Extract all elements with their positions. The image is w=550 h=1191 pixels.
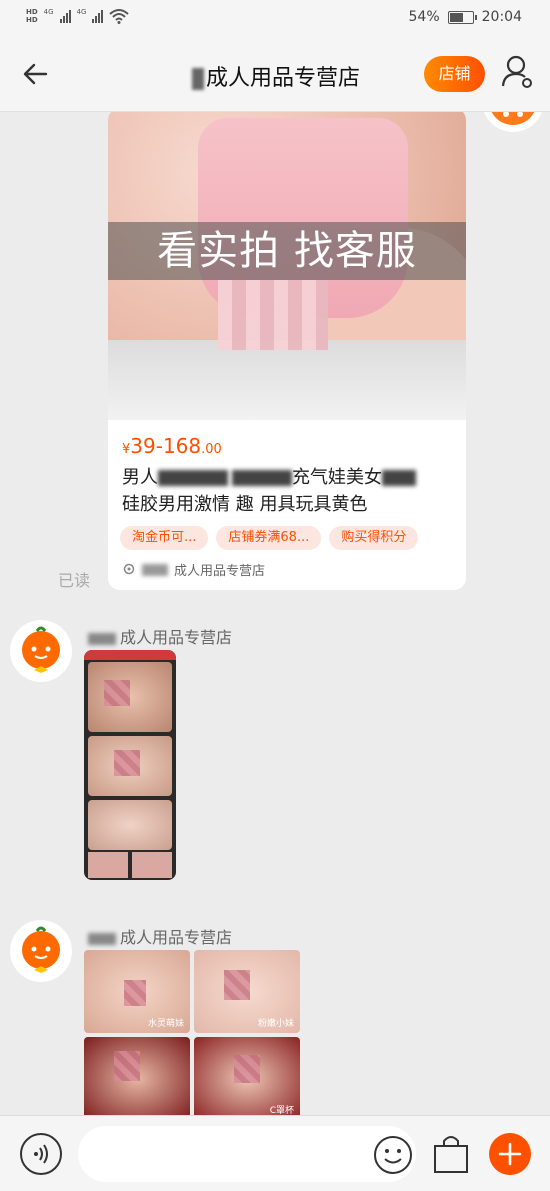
status-bar: HD HD 4G 4G 54% 20:04: [0, 0, 550, 36]
user-settings-button[interactable]: [498, 52, 538, 92]
grid-image[interactable]: C罩杯: [194, 1037, 300, 1115]
network-type-1: 4G: [43, 8, 54, 16]
card-shop-line: 成人用品专营店: [122, 560, 265, 579]
shop-avatar[interactable]: [10, 620, 72, 682]
status-signals: HD HD 4G 4G: [26, 8, 130, 24]
image-caption: 水灵萌妹: [147, 1019, 184, 1029]
page-title: 成人用品专营店: [192, 60, 360, 92]
location-icon: [123, 563, 135, 574]
back-button[interactable]: [16, 56, 56, 92]
battery-percent: 54%: [408, 9, 440, 25]
input-bar: [0, 1115, 550, 1191]
read-status: 已读: [58, 571, 91, 590]
shop-avatar[interactable]: [10, 920, 72, 982]
clock: 20:04: [481, 9, 522, 25]
plus-icon: [498, 1142, 522, 1166]
wifi-icon: [109, 9, 130, 24]
message-input[interactable]: [78, 1126, 416, 1182]
network-type-2: 4G: [76, 8, 87, 16]
promo-tag: 购买得积分: [329, 526, 419, 550]
product-banner-text: 看实拍 找客服: [108, 222, 466, 280]
arrow-left-icon: [23, 63, 48, 85]
shopping-bag-icon: [434, 1136, 468, 1173]
voice-icon: [34, 1144, 48, 1164]
user-settings-icon: [501, 55, 532, 88]
image-caption: 粉嫩小妹: [257, 1019, 294, 1029]
battery-level: [449, 12, 463, 22]
hd-indicator: HD HD: [26, 8, 38, 24]
product-price: ¥39-168.00: [122, 434, 222, 458]
more-button[interactable]: [489, 1133, 531, 1175]
redaction-mark: [192, 68, 204, 90]
product-title: 男人 充气娃美女 硅胶男用激情 趣 用具玩具黄色: [122, 464, 456, 518]
image-caption: C罩杯: [269, 1106, 294, 1115]
signal-icon-2: [92, 9, 104, 23]
image-message[interactable]: [84, 650, 176, 880]
shop-avatar: [482, 112, 544, 132]
promo-tag: 店铺券满68...: [216, 526, 322, 550]
chat-area[interactable]: 看实拍 找客服 ¥39-168.00 男人 充气娃美女 硅胶男用激情 趣 用具玩具…: [0, 112, 550, 1115]
product-card[interactable]: 看实拍 找客服 ¥39-168.00 男人 充气娃美女 硅胶男用激情 趣 用具玩具…: [108, 112, 466, 590]
grid-image[interactable]: [84, 1037, 190, 1115]
battery-icon: [447, 10, 477, 24]
smiley-icon: [374, 1136, 412, 1174]
shop-button[interactable]: 店铺: [424, 56, 485, 92]
shopping-bag-button[interactable]: [430, 1132, 472, 1176]
sender-name: 成人用品专营店: [88, 624, 232, 648]
image-grid-message[interactable]: 水灵萌妹 粉嫩小妹 C罩杯: [84, 950, 302, 1115]
signal-icon: [59, 9, 71, 23]
sender-name: 成人用品专营店: [88, 924, 232, 948]
chat-header: 成人用品专营店 店铺: [0, 36, 550, 112]
promo-tag: 淘金币可...: [120, 526, 209, 550]
grid-image[interactable]: 水灵萌妹: [84, 950, 190, 1033]
grid-image[interactable]: 粉嫩小妹: [194, 950, 300, 1033]
voice-button[interactable]: [20, 1133, 62, 1175]
product-image[interactable]: 看实拍 找客服: [108, 112, 466, 420]
promo-tags: 淘金币可... 店铺券满68... 购买得积分: [120, 526, 419, 550]
emoji-button[interactable]: [372, 1134, 414, 1176]
censored-area: [218, 280, 328, 350]
